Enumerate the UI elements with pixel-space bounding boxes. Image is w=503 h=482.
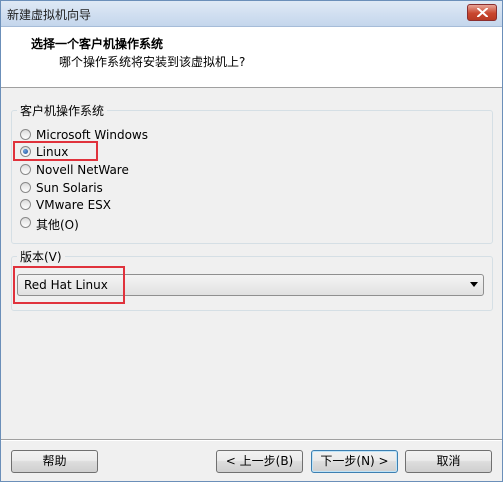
radio-label: Microsoft Windows [36,128,148,142]
radio-button-icon [20,129,31,140]
help-button[interactable]: 帮助 [11,450,98,473]
linux-highlight-annotation [13,141,98,161]
radio-label: Novell NetWare [36,163,129,177]
version-group-label: 版本(V) [17,248,65,265]
page-subtitle: 哪个操作系统将安装到该虚拟机上? [59,55,246,69]
wizard-header: 选择一个客户机操作系统 哪个操作系统将安装到该虚拟机上? [1,27,502,88]
close-button[interactable] [467,4,497,21]
next-button[interactable]: 下一步(N) > [311,450,398,473]
chevron-down-icon [470,282,478,287]
window-title: 新建虚拟机向导 [7,8,92,22]
radio-label: VMware ESX [36,198,112,212]
version-highlight-annotation [13,266,125,304]
new-vm-wizard-window: 新建虚拟机向导 选择一个客户机操作系统 哪个操作系统将安装到该虚拟机上? 客户机… [0,0,503,482]
close-icon [477,8,488,17]
radio-button-icon [20,199,31,210]
back-button[interactable]: < 上一步(B) [216,450,303,473]
title-bar: 新建虚拟机向导 [1,1,502,27]
guest-os-group-label: 客户机操作系统 [17,102,108,119]
radio-label: Sun Solaris [36,181,103,195]
footer-divider [1,439,502,441]
cancel-button[interactable]: 取消 [405,450,492,473]
radio-button-icon [20,217,31,228]
page-title: 选择一个客户机操作系统 [31,37,164,51]
radio-label: 其他(O) [36,218,79,232]
radio-button-icon [20,164,31,175]
radio-button-icon [20,182,31,193]
